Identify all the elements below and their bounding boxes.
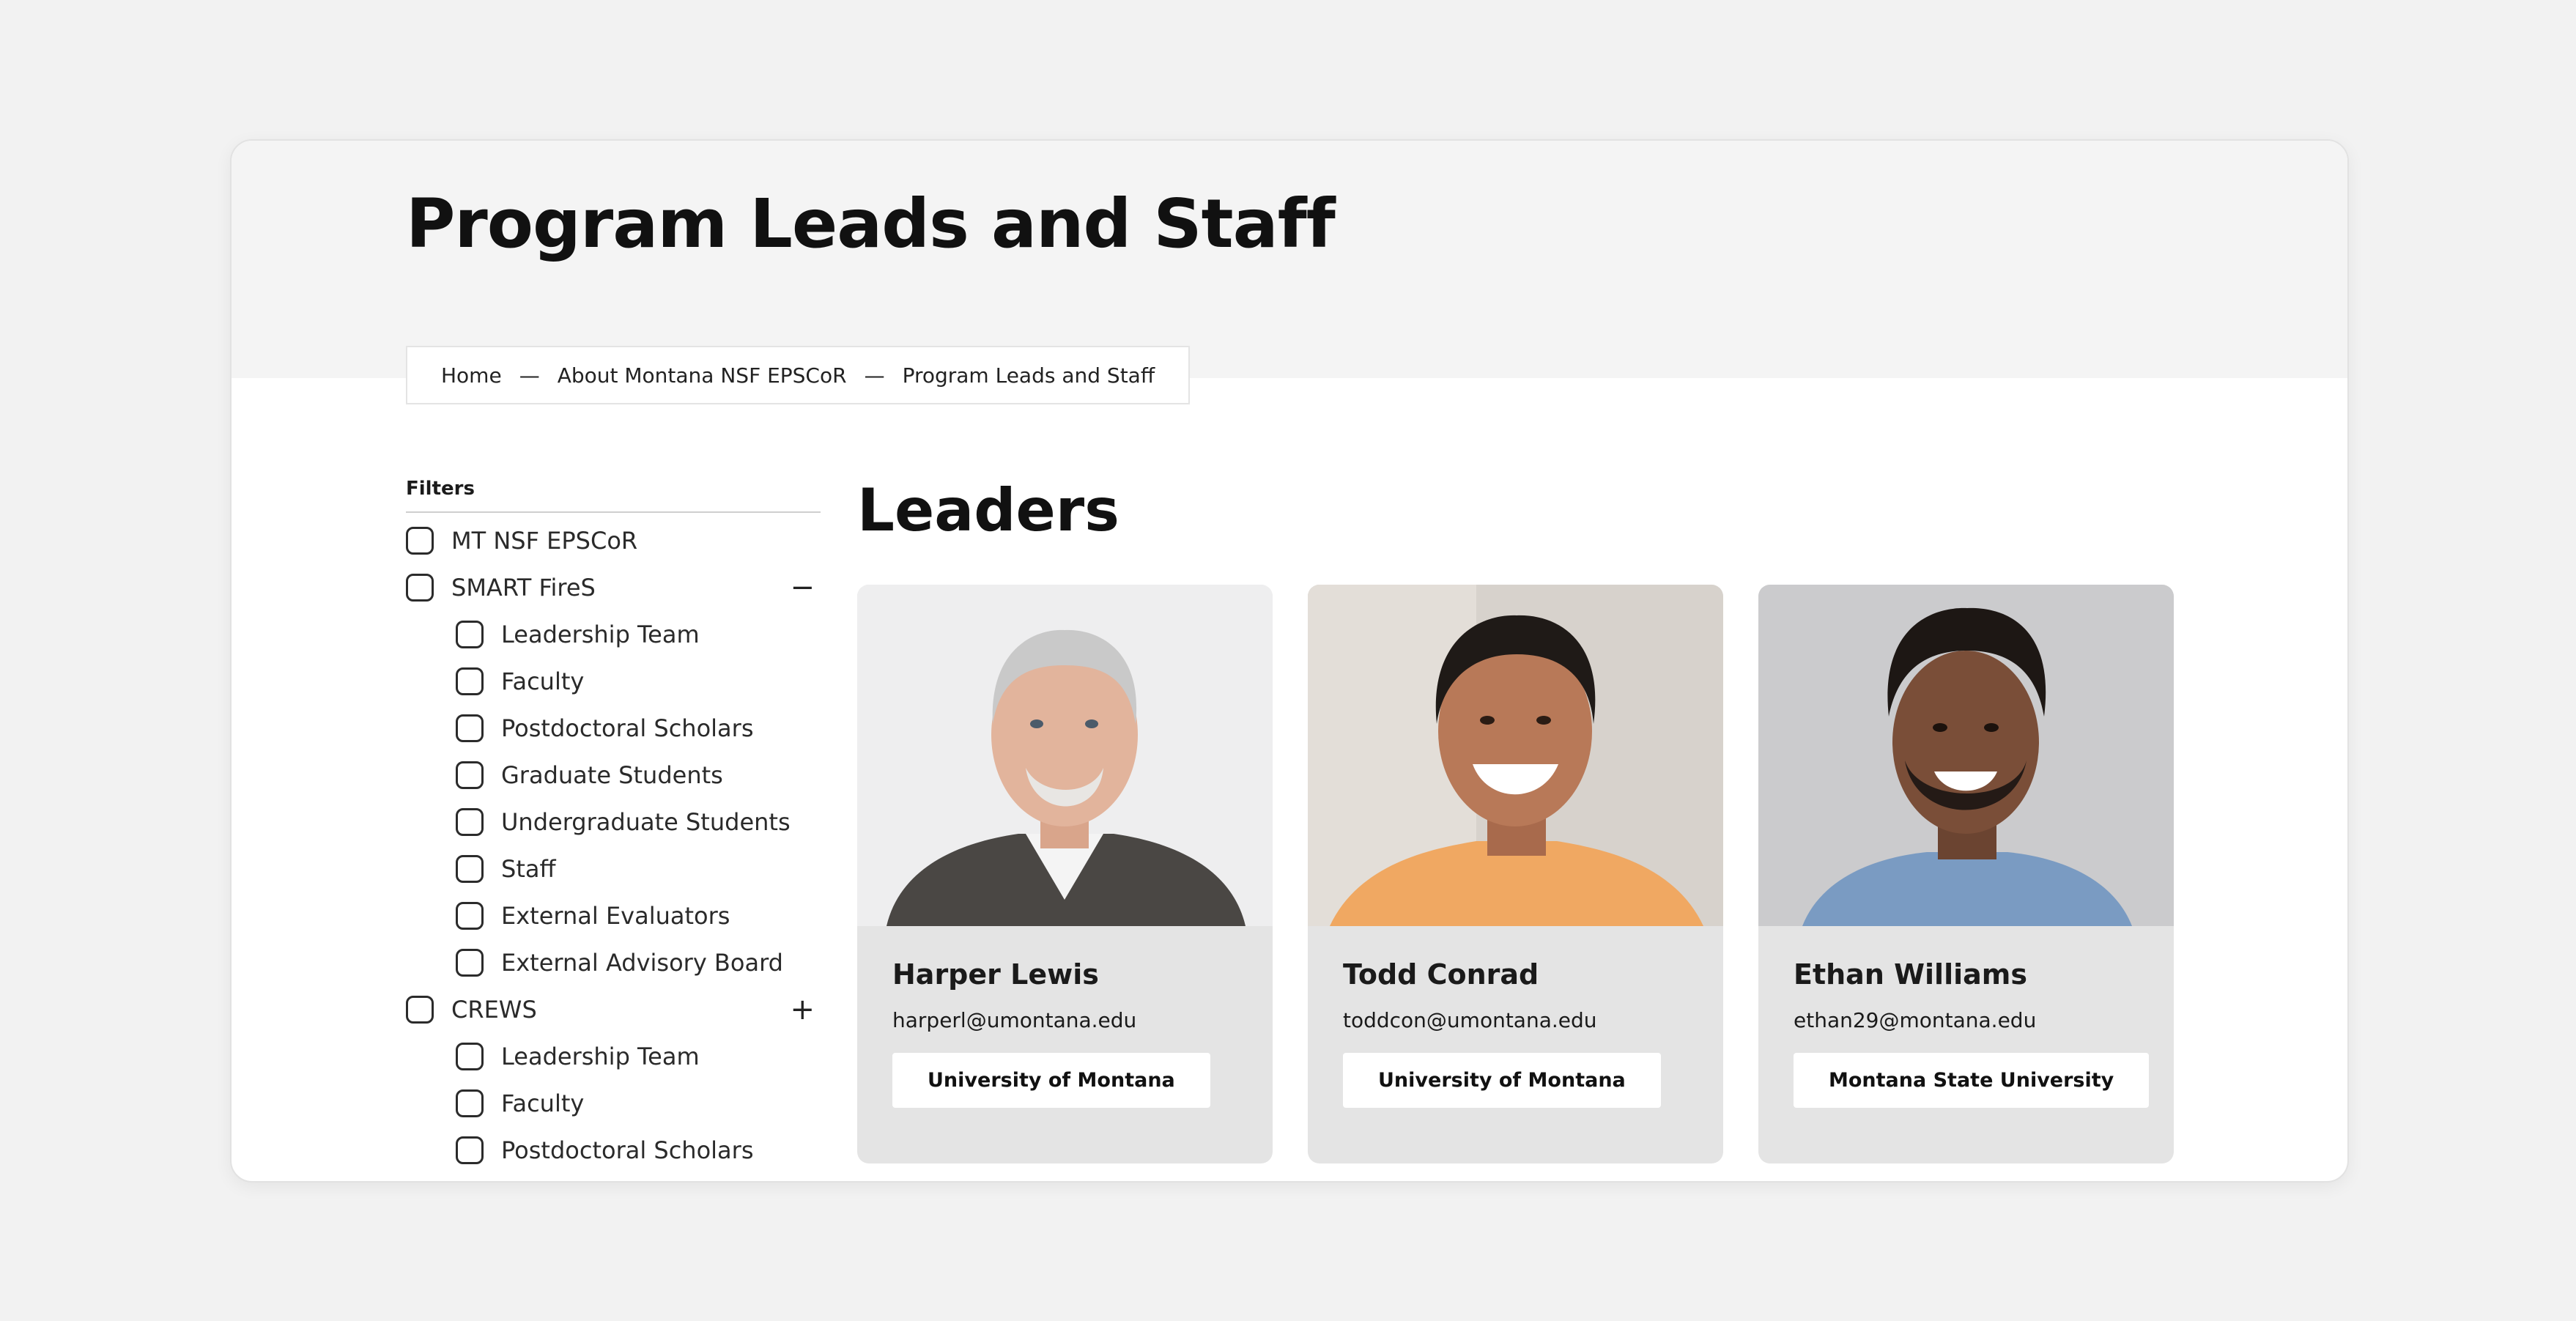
filter-smart-fires-postdoctoral-scholars[interactable]: Postdoctoral Scholars bbox=[406, 705, 821, 752]
person-email-link[interactable]: harperl@umontana.edu bbox=[892, 1008, 1237, 1032]
filter-checkbox[interactable] bbox=[456, 808, 484, 836]
filter-label: Faculty bbox=[501, 667, 585, 695]
filter-checkbox[interactable] bbox=[456, 1136, 484, 1164]
filter-smart-fires-undergraduate-students[interactable]: Undergraduate Students bbox=[406, 799, 821, 845]
person-name: Todd Conrad bbox=[1343, 958, 1539, 991]
filter-crews[interactable]: CREWS + bbox=[406, 986, 821, 1033]
person-email-link[interactable]: ethan29@montana.edu bbox=[1794, 1008, 2139, 1032]
institution-badge[interactable]: Montana State University bbox=[1794, 1053, 2150, 1108]
filter-checkbox[interactable] bbox=[456, 902, 484, 930]
person-photo bbox=[1308, 585, 1723, 926]
filter-label: MT NSF EPSCoR bbox=[451, 527, 638, 555]
filter-label: Leadership Team bbox=[501, 1043, 700, 1070]
person-photo bbox=[1758, 585, 2174, 926]
filter-smart-fires-leadership-team[interactable]: Leadership Team bbox=[406, 611, 821, 658]
filter-mt-nsf-epscor[interactable]: MT NSF EPSCoR bbox=[406, 517, 821, 564]
filter-crews-faculty[interactable]: Faculty bbox=[406, 1080, 821, 1127]
breadcrumb-separator: — bbox=[519, 363, 540, 388]
filter-checkbox[interactable] bbox=[456, 1043, 484, 1070]
filter-label: SMART FireS bbox=[451, 574, 596, 602]
person-name: Harper Lewis bbox=[892, 958, 1099, 991]
filter-label: Postdoctoral Scholars bbox=[501, 1136, 754, 1164]
person-card[interactable]: Ethan Williams ethan29@montana.edu Monta… bbox=[1758, 585, 2174, 1163]
breadcrumb: Home — About Montana NSF EPSCoR — Progra… bbox=[406, 346, 1191, 404]
filter-smart-fires-external-advisory-board[interactable]: External Advisory Board bbox=[406, 939, 821, 986]
filter-label: External Advisory Board bbox=[501, 949, 783, 977]
person-photo bbox=[857, 585, 1273, 926]
filter-label: Staff bbox=[501, 855, 556, 883]
filter-checkbox[interactable] bbox=[456, 714, 484, 742]
collapse-icon[interactable]: − bbox=[790, 573, 815, 602]
filter-crews-leadership-team[interactable]: Leadership Team bbox=[406, 1033, 821, 1080]
filter-label: Faculty bbox=[501, 1089, 585, 1117]
breadcrumb-home-link[interactable]: Home bbox=[441, 363, 502, 388]
expand-icon[interactable]: + bbox=[790, 995, 815, 1024]
person-card[interactable]: Harper Lewis harperl@umontana.edu Univer… bbox=[857, 585, 1273, 1163]
filter-checkbox[interactable] bbox=[456, 621, 484, 648]
filter-label: Undergraduate Students bbox=[501, 808, 791, 836]
browser-content: Program Leads and Staff Home — About Mon… bbox=[230, 139, 2349, 1183]
filter-smart-fires-graduate-students[interactable]: Graduate Students bbox=[406, 752, 821, 799]
filter-checkbox[interactable] bbox=[456, 949, 484, 977]
leaders-card-list: Harper Lewis harperl@umontana.edu Univer… bbox=[857, 585, 2174, 1163]
filter-label: CREWS bbox=[451, 996, 537, 1024]
breadcrumb-current: Program Leads and Staff bbox=[902, 363, 1155, 388]
filter-checkbox[interactable] bbox=[456, 855, 484, 883]
person-card[interactable]: Todd Conrad toddcon@umontana.edu Univers… bbox=[1308, 585, 1723, 1163]
filter-smart-fires-external-evaluators[interactable]: External Evaluators bbox=[406, 892, 821, 939]
person-name: Ethan Williams bbox=[1794, 958, 2027, 991]
filter-label: External Evaluators bbox=[501, 902, 730, 930]
leaders-heading: Leaders bbox=[857, 476, 1119, 544]
institution-badge[interactable]: University of Montana bbox=[892, 1053, 1210, 1108]
filter-smart-fires-faculty[interactable]: Faculty bbox=[406, 658, 821, 705]
filters-panel: Filters MT NSF EPSCoR SMART FireS − Lead… bbox=[406, 478, 821, 1174]
breadcrumb-about-link[interactable]: About Montana NSF EPSCoR bbox=[558, 363, 847, 388]
filter-checkbox[interactable] bbox=[406, 996, 434, 1024]
filter-smart-fires[interactable]: SMART FireS − bbox=[406, 564, 821, 611]
filter-checkbox[interactable] bbox=[456, 1089, 484, 1117]
filter-crews-postdoctoral-scholars[interactable]: Postdoctoral Scholars bbox=[406, 1127, 821, 1174]
page-title: Program Leads and Staff bbox=[406, 185, 1336, 263]
filter-checkbox[interactable] bbox=[406, 574, 434, 602]
filter-label: Postdoctoral Scholars bbox=[501, 714, 754, 742]
breadcrumb-separator: — bbox=[864, 363, 885, 388]
person-email-link[interactable]: toddcon@umontana.edu bbox=[1343, 1008, 1688, 1032]
filter-smart-fires-staff[interactable]: Staff bbox=[406, 845, 821, 892]
institution-badge[interactable]: University of Montana bbox=[1343, 1053, 1661, 1108]
filter-label: Graduate Students bbox=[501, 761, 723, 789]
filter-checkbox[interactable] bbox=[406, 527, 434, 555]
filter-checkbox[interactable] bbox=[456, 667, 484, 695]
filters-heading: Filters bbox=[406, 478, 821, 513]
filter-label: Leadership Team bbox=[501, 621, 700, 648]
filter-checkbox[interactable] bbox=[456, 761, 484, 789]
